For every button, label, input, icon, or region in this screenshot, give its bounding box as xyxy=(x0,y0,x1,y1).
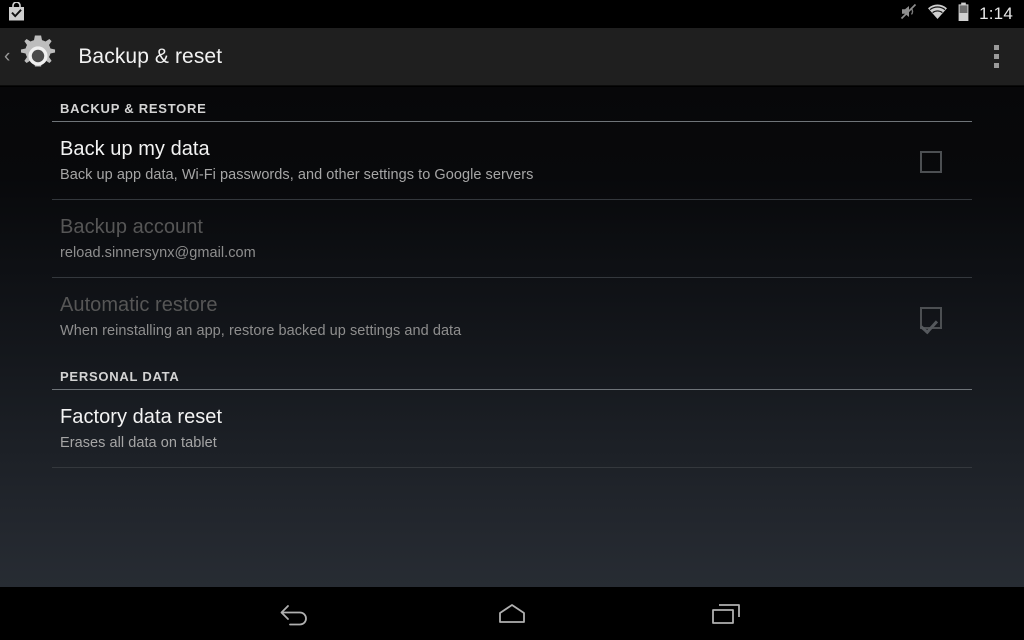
status-bar-system-icons: 1:14 xyxy=(899,2,1024,27)
section-backup-restore: BACKUP & RESTORE Back up my data Back up… xyxy=(0,87,1024,355)
action-bar: ‹ Backup & reset xyxy=(0,28,1024,86)
play-store-installed-icon xyxy=(8,1,25,26)
section-header: BACKUP & RESTORE xyxy=(60,101,207,116)
list-divider xyxy=(52,466,972,468)
status-bar-notifications xyxy=(0,1,25,26)
list-item-back-up-my-data[interactable]: Back up my data Back up app data, Wi-Fi … xyxy=(0,122,1024,199)
list-item-summary: Erases all data on tablet xyxy=(60,434,217,451)
checkbox-back-up-my-data[interactable] xyxy=(920,151,942,173)
list-item-summary: Back up app data, Wi-Fi passwords, and o… xyxy=(60,166,534,183)
android-settings-screen: 1:14 ‹ Backup & reset BACKUP & RESTORE B… xyxy=(0,0,1024,640)
list-item-backup-account[interactable]: Backup account reload.sinnersynx@gmail.c… xyxy=(0,200,1024,277)
list-item-summary: reload.sinnersynx@gmail.com xyxy=(60,244,256,261)
list-item-factory-data-reset[interactable]: Factory data reset Erases all data on ta… xyxy=(0,390,1024,467)
back-chevron-icon: ‹ xyxy=(4,45,11,67)
overflow-menu-icon[interactable] xyxy=(986,35,1007,78)
section-personal-data: PERSONAL DATA Factory data reset Erases … xyxy=(0,355,1024,468)
wifi-icon xyxy=(927,3,948,25)
home-nav-icon[interactable] xyxy=(475,587,549,640)
checkbox-automatic-restore[interactable] xyxy=(920,306,942,329)
list-item-title: Automatic restore xyxy=(60,293,218,316)
recent-apps-nav-icon[interactable] xyxy=(689,587,763,640)
list-item-title: Backup account xyxy=(60,215,204,238)
page-title: Backup & reset xyxy=(78,44,223,68)
navigation-bar xyxy=(0,587,1024,640)
battery-icon xyxy=(957,2,970,27)
settings-gear-icon xyxy=(13,29,63,84)
list-item-summary: When reinstalling an app, restore backed… xyxy=(60,322,462,339)
status-bar: 1:14 xyxy=(0,0,1024,28)
section-header: PERSONAL DATA xyxy=(60,368,180,384)
list-item-title: Factory data reset xyxy=(60,405,223,428)
list-item-automatic-restore[interactable]: Automatic restore When reinstalling an a… xyxy=(0,278,1024,355)
up-navigation-button[interactable]: ‹ xyxy=(0,29,63,84)
back-nav-icon[interactable] xyxy=(261,587,335,640)
settings-list: BACKUP & RESTORE Back up my data Back up… xyxy=(0,87,1024,587)
volume-mute-icon xyxy=(899,2,918,26)
status-bar-clock: 1:14 xyxy=(979,4,1013,23)
list-item-title: Back up my data xyxy=(60,138,210,160)
